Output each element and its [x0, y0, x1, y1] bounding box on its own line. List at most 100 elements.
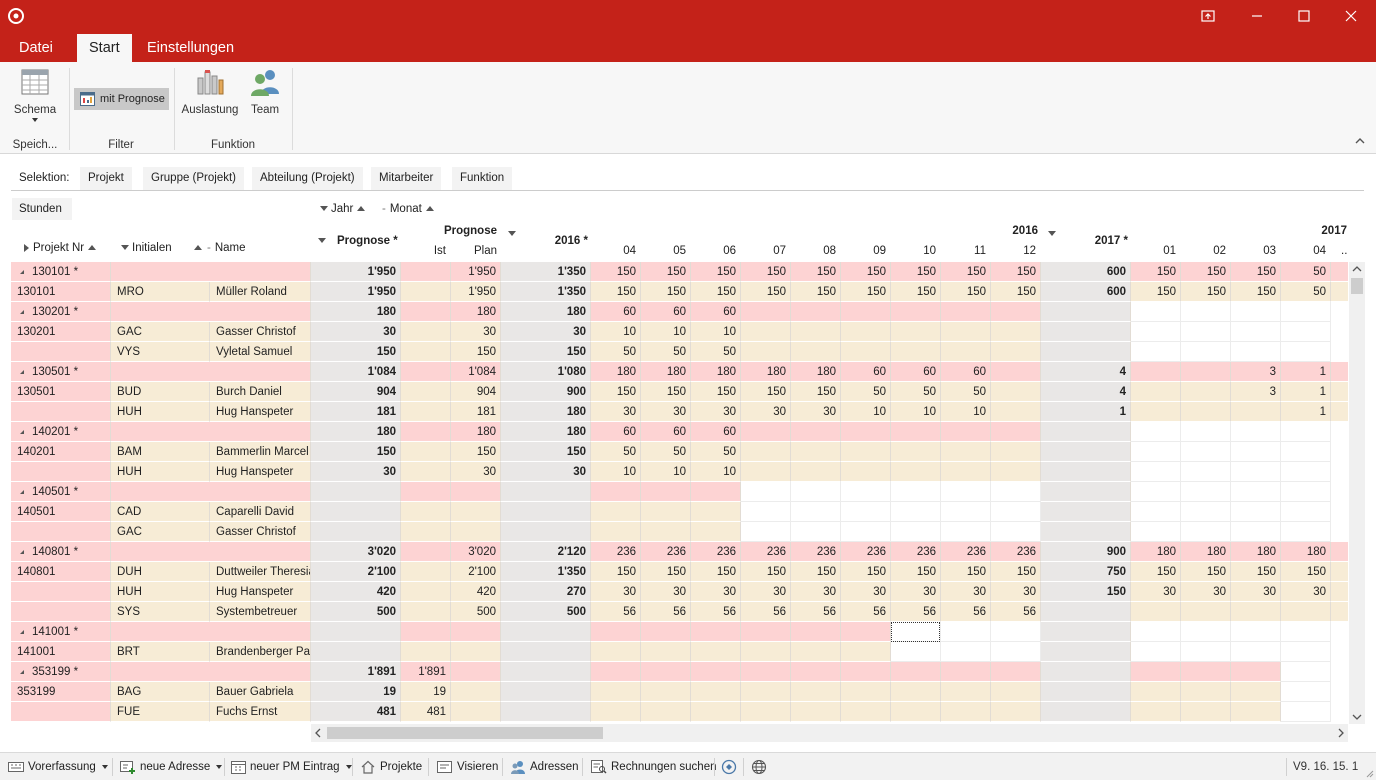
row-header-projekt-nr[interactable]: 140801 *: [11, 542, 111, 562]
cell-2016-total[interactable]: 150: [501, 342, 591, 362]
cell-2017-total[interactable]: [1041, 702, 1131, 722]
cell-month-2016[interactable]: [841, 702, 891, 722]
cell-month-2017[interactable]: [1281, 602, 1331, 622]
cell-month-2017[interactable]: 1: [1281, 362, 1331, 382]
cell-month-2017[interactable]: [1231, 422, 1281, 442]
cell-month-2016[interactable]: 236: [941, 542, 991, 562]
row-header-projekt-nr[interactable]: 130101: [11, 282, 111, 302]
cell-2016-total[interactable]: 500: [501, 602, 591, 622]
row-header-name[interactable]: Systembetreuer: [210, 602, 311, 622]
cell-month-2017[interactable]: [1131, 382, 1181, 402]
vorerfassung-button[interactable]: Vorerfassung: [8, 753, 108, 780]
row-header-name[interactable]: Fuchs Ernst: [210, 702, 311, 722]
cell-ist[interactable]: [401, 542, 451, 562]
cell-month-2016[interactable]: 56: [791, 602, 841, 622]
cell-month-2016[interactable]: [891, 522, 941, 542]
cell-month-2016[interactable]: [841, 482, 891, 502]
cell-month-2016[interactable]: 60: [641, 302, 691, 322]
cell-month-2016[interactable]: [691, 502, 741, 522]
cell-prognose[interactable]: 481: [311, 702, 401, 722]
cell-plan[interactable]: 30: [451, 322, 501, 342]
row-header-name[interactable]: Brandenberger Pati: [210, 642, 311, 662]
cell-month-2017[interactable]: 180: [1281, 542, 1331, 562]
cell-month-2016[interactable]: [741, 342, 791, 362]
cell-month-2017[interactable]: 150: [1131, 562, 1181, 582]
cell-2017-total[interactable]: 750: [1041, 562, 1131, 582]
cell-plan[interactable]: 30: [451, 462, 501, 482]
cell-month-2016[interactable]: 10: [591, 322, 641, 342]
cell-ist[interactable]: [401, 582, 451, 602]
cell-month-2016[interactable]: [991, 382, 1041, 402]
cell-ist[interactable]: [401, 502, 451, 522]
cell-month-2016[interactable]: 150: [991, 562, 1041, 582]
cell-ist[interactable]: [401, 462, 451, 482]
cell-month-2017[interactable]: 150: [1131, 282, 1181, 302]
cell-month-2016[interactable]: 150: [941, 282, 991, 302]
cell-month-2016[interactable]: [991, 342, 1041, 362]
cell-month-2016[interactable]: [991, 302, 1041, 322]
cell-month-2017[interactable]: 150: [1231, 282, 1281, 302]
cell-prognose[interactable]: 1'084: [311, 362, 401, 382]
cell-month-2017[interactable]: [1131, 522, 1181, 542]
cell-month-2016[interactable]: 56: [591, 602, 641, 622]
row-header-initialen[interactable]: HUH: [111, 462, 210, 482]
cell-month-2016[interactable]: [841, 442, 891, 462]
row-header-name[interactable]: Müller Roland: [210, 282, 311, 302]
row-field-initialen[interactable]: Initialen: [121, 242, 202, 254]
cell-month-2017[interactable]: [1181, 382, 1231, 402]
cell-2016-total[interactable]: 180: [501, 422, 591, 442]
cell-prognose[interactable]: 2'100: [311, 562, 401, 582]
cell-month-2017[interactable]: [1181, 482, 1231, 502]
cell-month-2016[interactable]: 180: [691, 362, 741, 382]
cell-month-2016[interactable]: 50: [641, 442, 691, 462]
cell-month-2016[interactable]: [741, 442, 791, 462]
row-header-group-span[interactable]: [111, 262, 311, 282]
cell-month-2016[interactable]: [691, 662, 741, 682]
col-field-jahr[interactable]: Jahr: [320, 198, 366, 220]
team-button[interactable]: Team: [245, 68, 285, 116]
cell-month-2017[interactable]: 150: [1131, 262, 1181, 282]
cell-ist[interactable]: [401, 442, 451, 462]
cell-prognose[interactable]: 904: [311, 382, 401, 402]
cell-month-2017[interactable]: [1231, 522, 1281, 542]
cell-ist[interactable]: [401, 262, 451, 282]
cell-month-2017[interactable]: [1181, 422, 1231, 442]
cell-month-2016[interactable]: 10: [891, 402, 941, 422]
cell-month-2017[interactable]: [1281, 662, 1331, 682]
cell-plan[interactable]: [451, 502, 501, 522]
cell-month-2016[interactable]: [941, 442, 991, 462]
cell-month-2016[interactable]: 180: [641, 362, 691, 382]
visieren-button[interactable]: Visieren: [437, 753, 498, 780]
cell-prognose[interactable]: [311, 642, 401, 662]
cell-month-2016[interactable]: [841, 342, 891, 362]
cell-month-2016[interactable]: 56: [641, 602, 691, 622]
data-field-stunden[interactable]: Stunden: [12, 198, 72, 220]
cell-month-2017[interactable]: [1231, 482, 1281, 502]
cell-month-2016[interactable]: [641, 482, 691, 502]
cell-month-2016[interactable]: 30: [841, 582, 891, 602]
cell-month-2017[interactable]: [1131, 682, 1181, 702]
cell-month-2016[interactable]: 10: [941, 402, 991, 422]
cell-month-2016[interactable]: [691, 482, 741, 502]
cell-month-2017[interactable]: [1231, 302, 1281, 322]
cell-month-2016[interactable]: 150: [941, 562, 991, 582]
cell-ist[interactable]: 19: [401, 682, 451, 702]
cell-month-2016[interactable]: 30: [941, 582, 991, 602]
cell-month-2017-next[interactable]: [1331, 382, 1348, 402]
cell-prognose[interactable]: 180: [311, 302, 401, 322]
cell-plan[interactable]: 2'100: [451, 562, 501, 582]
cell-month-2016[interactable]: 180: [791, 362, 841, 382]
cell-month-2017[interactable]: 180: [1231, 542, 1281, 562]
cell-month-2016[interactable]: [641, 622, 691, 642]
cell-month-2016[interactable]: [941, 322, 991, 342]
cell-plan[interactable]: [451, 622, 501, 642]
row-header-group-span[interactable]: [111, 422, 311, 442]
cell-month-2016[interactable]: 236: [991, 542, 1041, 562]
cell-month-2016[interactable]: 10: [691, 462, 741, 482]
cell-ist[interactable]: [401, 522, 451, 542]
cell-plan[interactable]: 904: [451, 382, 501, 402]
cell-month-2016[interactable]: [891, 702, 941, 722]
cell-month-2016[interactable]: 30: [791, 402, 841, 422]
cell-month-2017[interactable]: [1231, 602, 1281, 622]
row-header-projekt-nr[interactable]: 130101 *: [11, 262, 111, 282]
